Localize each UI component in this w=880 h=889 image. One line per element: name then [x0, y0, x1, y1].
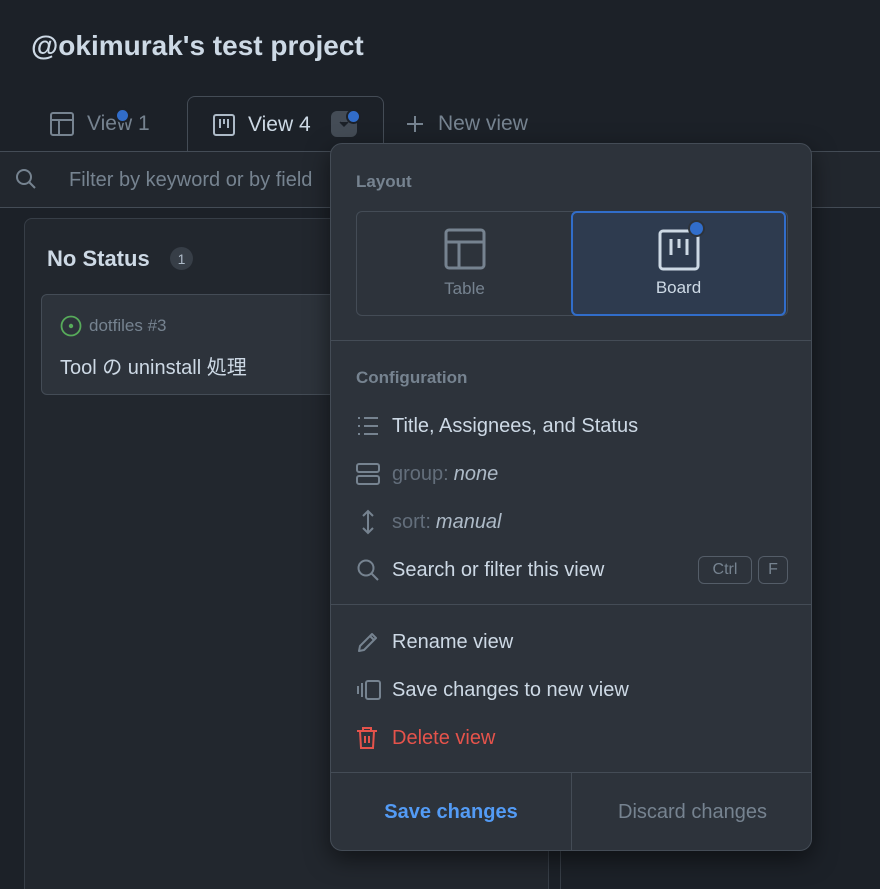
- delete-view-label: Delete view: [392, 726, 496, 749]
- board-card[interactable]: dotfiles #3 Tool の uninstall 処理: [41, 294, 341, 395]
- group-item[interactable]: group: none: [356, 456, 788, 492]
- item-count-badge: 1: [170, 247, 193, 270]
- board-icon: [213, 113, 235, 136]
- trash-icon: [357, 727, 377, 749]
- plus-icon: [407, 116, 423, 132]
- sort-item[interactable]: sort: manual: [356, 504, 788, 540]
- layout-switcher: Table Board: [356, 211, 788, 316]
- tab-label: View 4: [248, 112, 311, 136]
- sort-value: manual: [435, 510, 502, 533]
- fields-item[interactable]: Title, Assignees, and Status: [356, 408, 788, 444]
- save-new-view-item[interactable]: Save changes to new view: [356, 672, 788, 708]
- card-title[interactable]: Tool の uninstall 処理: [60, 351, 247, 380]
- layout-option-label: Board: [655, 278, 702, 297]
- search-icon: [16, 169, 36, 189]
- layout-option-label: Table: [444, 279, 485, 298]
- group-key: group:: [392, 462, 449, 485]
- divider: [331, 340, 811, 341]
- layout-heading: Layout: [356, 172, 412, 191]
- search-filter-label: Search or filter this view: [392, 558, 605, 581]
- shortcut-key-ctrl: Ctrl: [698, 556, 752, 584]
- tab-view-1[interactable]: View 1: [35, 96, 164, 152]
- pencil-icon: [358, 633, 377, 652]
- new-view-label: New view: [438, 112, 528, 135]
- fields-label: Title, Assignees, and Status: [392, 414, 639, 437]
- versions-icon: [357, 680, 381, 700]
- save-new-view-label: Save changes to new view: [392, 678, 629, 701]
- filter-input[interactable]: Filter by keyword or by field: [69, 169, 312, 192]
- configuration-heading: Configuration: [356, 368, 468, 387]
- rename-view-label: Rename view: [392, 630, 514, 653]
- sort-arrows-icon: [362, 509, 374, 535]
- save-changes-button[interactable]: Save changes: [331, 773, 572, 850]
- shortcut-key-f: F: [758, 556, 788, 584]
- divider: [331, 604, 811, 605]
- list-icon: [358, 417, 378, 435]
- view-options-menu: Layout Table Board Configuration Title, …: [330, 143, 812, 851]
- unsaved-indicator-dot: [688, 220, 705, 237]
- unsaved-indicator-dot: [346, 109, 361, 124]
- unsaved-indicator-dot: [115, 108, 130, 123]
- layout-table-option[interactable]: Table: [357, 212, 572, 315]
- table-icon: [444, 228, 485, 270]
- rename-view-item[interactable]: Rename view: [356, 624, 788, 660]
- layout-board-option[interactable]: Board: [571, 211, 786, 316]
- group-icon: [356, 463, 380, 485]
- column-title: No Status: [47, 246, 150, 271]
- card-repo: dotfiles #3: [60, 315, 167, 337]
- issue-open-icon: [60, 315, 82, 337]
- card-repo-label: dotfiles #3: [89, 316, 167, 335]
- menu-footer: Save changes Discard changes: [331, 772, 811, 850]
- table-icon: [50, 112, 74, 136]
- delete-view-item[interactable]: Delete view: [356, 720, 788, 756]
- sort-key: sort:: [392, 510, 431, 533]
- project-title: @okimurak's test project: [31, 30, 364, 61]
- search-icon: [357, 559, 379, 581]
- group-value: none: [453, 462, 499, 485]
- discard-changes-button[interactable]: Discard changes: [572, 773, 811, 850]
